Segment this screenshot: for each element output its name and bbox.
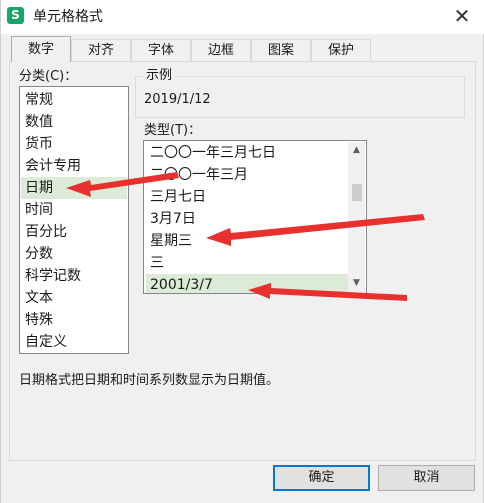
category-item-fraction[interactable]: 分数 [21, 243, 127, 265]
app-logo-icon: S [7, 7, 24, 24]
tab-pattern[interactable]: 图案 [251, 39, 311, 61]
category-item-date[interactable]: 日期 [21, 177, 127, 199]
title-bar: S 单元格格式 ✕ [1, 0, 484, 34]
cancel-button[interactable]: 取消 [378, 465, 475, 491]
type-item[interactable]: 3月7日 [146, 208, 349, 230]
category-item-number[interactable]: 数值 [21, 111, 127, 133]
category-item-text[interactable]: 文本 [21, 287, 127, 309]
close-icon[interactable]: ✕ [451, 4, 473, 28]
category-listbox[interactable]: 常规 数值 货币 会计专用 日期 时间 百分比 分数 科学记数 文本 特殊 自定… [19, 86, 129, 354]
scroll-down-icon[interactable]: ▼ [348, 275, 365, 292]
category-item-accounting[interactable]: 会计专用 [21, 155, 127, 177]
category-item-general[interactable]: 常规 [21, 89, 127, 111]
type-item[interactable]: 二〇〇一年三月 [146, 164, 349, 186]
category-item-time[interactable]: 时间 [21, 199, 127, 221]
format-cells-dialog: S 单元格格式 ✕ 数字 对齐 字体 边框 图案 保护 分类(C)： 常规 数值… [0, 0, 484, 503]
category-item-custom[interactable]: 自定义 [21, 331, 127, 353]
tab-font[interactable]: 字体 [131, 39, 191, 61]
type-item[interactable]: 星期三 [146, 230, 349, 252]
tab-protection[interactable]: 保护 [311, 39, 371, 61]
category-item-currency[interactable]: 货币 [21, 133, 127, 155]
sample-label: 示例 [143, 68, 176, 84]
type-label: 类型(T)： [144, 123, 202, 138]
category-label: 分类(C)： [19, 69, 78, 84]
sample-value: 2019/1/12 [144, 92, 211, 107]
dialog-title: 单元格格式 [33, 9, 103, 25]
type-item-selected[interactable]: 2001/3/7 [146, 274, 349, 293]
tab-alignment[interactable]: 对齐 [71, 39, 131, 61]
category-item-scientific[interactable]: 科学记数 [21, 265, 127, 287]
format-description: 日期格式把日期和时间系列数显示为日期值。 [19, 373, 280, 388]
type-item[interactable]: 二〇〇一年三月七日 [146, 142, 349, 164]
type-item[interactable]: 三月七日 [146, 186, 349, 208]
scroll-thumb[interactable] [352, 184, 362, 201]
tab-border[interactable]: 边框 [191, 39, 251, 61]
category-item-special[interactable]: 特殊 [21, 309, 127, 331]
ok-button[interactable]: 确定 [273, 465, 370, 491]
scroll-up-icon[interactable]: ▲ [348, 142, 365, 159]
type-item[interactable]: 三 [146, 252, 349, 274]
type-scrollbar[interactable]: ▲ ▼ [348, 142, 365, 292]
category-item-percentage[interactable]: 百分比 [21, 221, 127, 243]
tab-number[interactable]: 数字 [11, 36, 71, 62]
type-listbox[interactable]: 二〇〇一年三月七日 二〇〇一年三月 三月七日 3月7日 星期三 三 2001/3… [143, 140, 367, 294]
